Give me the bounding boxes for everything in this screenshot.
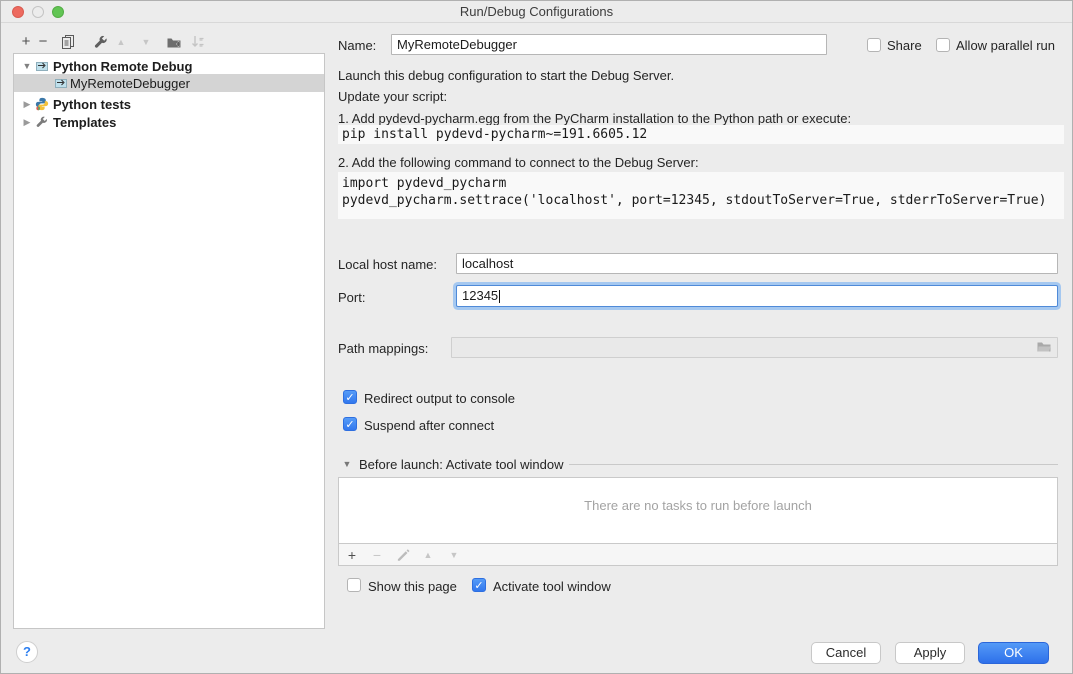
close-button[interactable] <box>12 6 24 18</box>
share-checkbox[interactable] <box>867 38 881 52</box>
tasks-empty-text: There are no tasks to run before launch <box>339 498 1057 513</box>
move-task-up-button[interactable]: ▲ <box>419 546 437 564</box>
path-mappings-input[interactable] <box>451 337 1058 358</box>
wrench-icon <box>93 34 109 50</box>
instruction-line-1: Launch this debug configuration to start… <box>338 68 674 83</box>
port-value: 12345 <box>462 288 498 303</box>
remove-icon: − <box>373 546 381 564</box>
before-launch-separator <box>569 464 1058 465</box>
move-down-icon: ▼ <box>142 33 151 51</box>
minimize-button <box>32 6 44 18</box>
templates-wrench-icon <box>35 115 49 129</box>
settrace-code-line-2: pydevd_pycharm.settrace('localhost', por… <box>342 192 1060 209</box>
move-up-icon: ▲ <box>117 33 126 51</box>
move-down-icon: ▼ <box>450 546 459 564</box>
local-host-name-input[interactable]: localhost <box>456 253 1058 274</box>
edit-templates-button[interactable] <box>92 33 110 51</box>
sort-configurations-button[interactable] <box>189 33 207 51</box>
browse-folder-icon[interactable] <box>1036 340 1052 354</box>
instruction-step-2: 2. Add the following command to connect … <box>338 155 699 170</box>
tree-item-label: Python tests <box>53 97 131 112</box>
move-up-icon: ▲ <box>424 546 433 564</box>
share-label: Share <box>887 38 922 53</box>
move-up-button[interactable]: ▲ <box>112 33 130 51</box>
add-task-button[interactable]: + <box>343 546 361 564</box>
add-icon: + <box>22 33 31 51</box>
suspend-after-connect-label: Suspend after connect <box>364 418 494 433</box>
name-input[interactable]: MyRemoteDebugger <box>391 34 827 55</box>
settrace-code-line-1: import pydevd_pycharm <box>342 175 1060 192</box>
chevron-expanded-icon[interactable]: ▼ <box>21 61 33 71</box>
tree-item-myremotedebugger[interactable]: MyRemoteDebugger <box>14 74 324 92</box>
window-title: Run/Debug Configurations <box>1 1 1072 22</box>
move-down-button[interactable]: ▼ <box>137 33 155 51</box>
instruction-step-1: 1. Add pydevd-pycharm.egg from the PyCha… <box>338 111 851 126</box>
apply-button[interactable]: Apply <box>895 642 965 664</box>
settrace-code-block: import pydevd_pycharm pydevd_pycharm.set… <box>338 172 1064 219</box>
move-task-down-button[interactable]: ▼ <box>445 546 463 564</box>
python-tests-icon <box>35 97 49 111</box>
create-folder-button[interactable] <box>165 33 183 51</box>
allow-parallel-run-label: Allow parallel run <box>956 38 1055 53</box>
port-input[interactable]: 12345 <box>456 285 1058 307</box>
add-icon: + <box>348 546 356 564</box>
before-launch-title: Before launch: Activate tool window <box>359 457 564 472</box>
remove-task-button[interactable]: − <box>368 546 386 564</box>
remote-debug-config-icon <box>54 76 68 90</box>
name-label: Name: <box>338 38 376 53</box>
remove-configuration-button[interactable]: − <box>34 33 52 51</box>
ok-button[interactable]: OK <box>978 642 1049 664</box>
name-value: MyRemoteDebugger <box>397 37 517 52</box>
zoom-button[interactable] <box>52 6 64 18</box>
copy-configuration-button[interactable] <box>59 33 77 51</box>
show-this-page-label: Show this page <box>368 579 457 594</box>
help-icon: ? <box>23 644 31 659</box>
before-launch-tasks-list[interactable]: There are no tasks to run before launch <box>338 477 1058 544</box>
local-host-name-label: Local host name: <box>338 257 437 272</box>
chevron-collapsed-icon[interactable]: ▶ <box>21 99 33 110</box>
cancel-button[interactable]: Cancel <box>811 642 881 664</box>
activate-tool-window-label: Activate tool window <box>493 579 611 594</box>
run-debug-configurations-dialog: Run/Debug Configurations + − ▲ ▼ <box>0 0 1073 674</box>
tasks-toolbar: + − ▲ ▼ <box>338 543 1058 566</box>
tree-item-python-remote-debug[interactable]: ▼ Python Remote Debug <box>14 57 324 75</box>
pip-install-code-block: pip install pydevd-pycharm~=191.6605.12 <box>338 125 1064 144</box>
configurations-tree: ▼ Python Remote Debug MyRemoteDebugger ▶ <box>13 53 325 629</box>
pip-install-command: pip install pydevd-pycharm~=191.6605.12 <box>342 127 647 142</box>
instruction-line-2: Update your script: <box>338 89 447 104</box>
add-configuration-button[interactable]: + <box>17 33 35 51</box>
path-mappings-label: Path mappings: <box>338 341 428 356</box>
tree-item-label: MyRemoteDebugger <box>70 76 190 91</box>
redirect-output-label: Redirect output to console <box>364 391 515 406</box>
remove-icon: − <box>39 33 48 51</box>
allow-parallel-run-checkbox[interactable] <box>936 38 950 52</box>
help-button[interactable]: ? <box>16 641 38 663</box>
sort-alphabetically-icon <box>190 34 206 50</box>
activate-tool-window-checkbox[interactable] <box>472 578 486 592</box>
port-label: Port: <box>338 290 365 305</box>
redirect-output-checkbox[interactable] <box>343 390 357 404</box>
title-bar: Run/Debug Configurations <box>1 1 1072 23</box>
tree-item-python-tests[interactable]: ▶ Python tests <box>14 95 324 113</box>
local-host-name-value: localhost <box>462 256 513 271</box>
copy-icon <box>60 34 76 50</box>
suspend-after-connect-checkbox[interactable] <box>343 417 357 431</box>
text-caret <box>499 290 500 303</box>
tree-item-label: Python Remote Debug <box>53 59 192 74</box>
chevron-collapsed-icon[interactable]: ▶ <box>21 117 33 128</box>
tree-item-label: Templates <box>53 115 116 130</box>
new-folder-icon <box>166 34 182 50</box>
remote-debug-config-icon <box>35 59 49 73</box>
pencil-icon <box>396 548 410 562</box>
show-this-page-checkbox[interactable] <box>347 578 361 592</box>
edit-task-button[interactable] <box>394 546 412 564</box>
tree-item-templates[interactable]: ▶ Templates <box>14 113 324 131</box>
before-launch-collapse-icon[interactable]: ▼ <box>341 459 353 469</box>
